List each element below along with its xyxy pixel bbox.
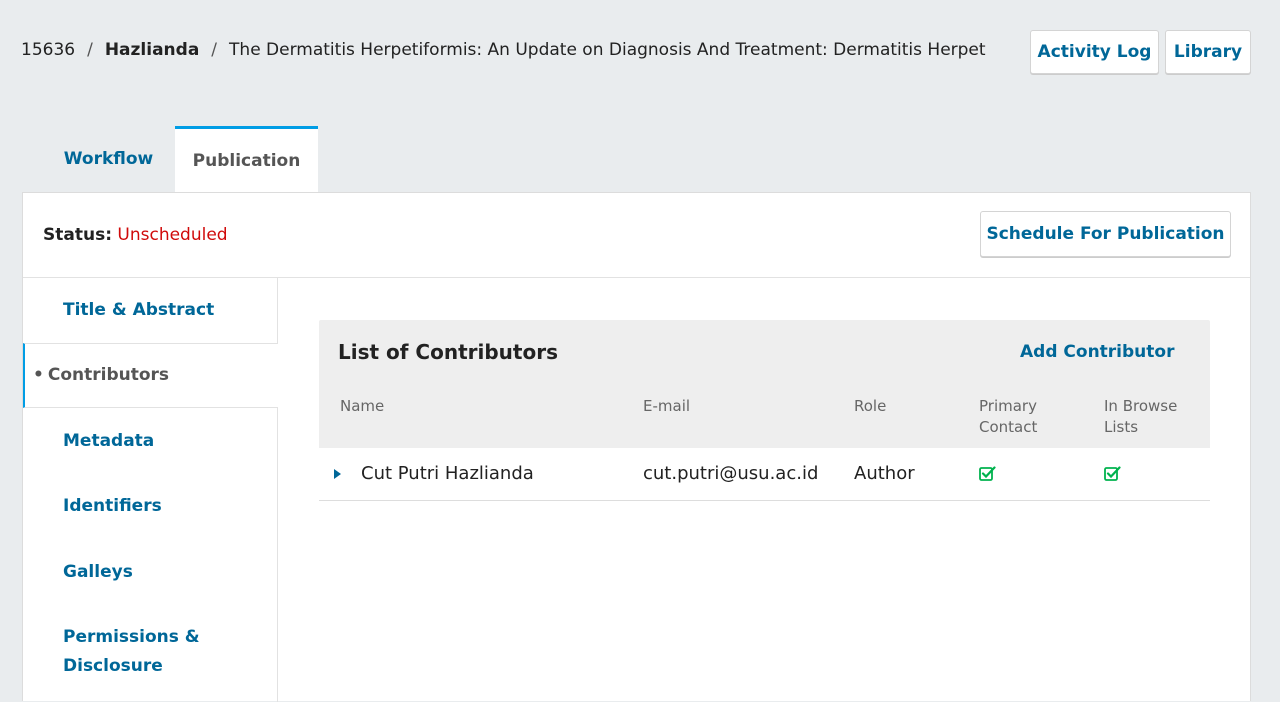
nav-item-permissions-disclosure[interactable]: Permissions & Disclosure (23, 623, 278, 681)
column-header-in-browse-lists: In Browse Lists (1104, 396, 1177, 438)
add-contributor-button[interactable]: Add Contributor (1020, 342, 1174, 362)
nav-item-label-line2: Disclosure (63, 656, 163, 676)
column-header-email: E-mail (643, 397, 691, 415)
active-bullet: • (33, 365, 44, 385)
contributors-list: List of Contributors Add Contributor Nam… (319, 320, 1210, 501)
status-value: Unscheduled (117, 225, 228, 245)
library-button[interactable]: Library (1165, 30, 1251, 74)
nav-item-title-abstract[interactable]: Title & Abstract (23, 296, 278, 325)
in-browse-lists-check-icon (1104, 466, 1121, 481)
column-header-line: In Browse (1104, 397, 1178, 415)
tab-workflow[interactable]: Workflow (42, 126, 175, 192)
nav-item-contributors[interactable]: • Contributors (23, 343, 278, 408)
submission-author: Hazlianda (104, 40, 200, 60)
nav-item-label: Contributors (47, 365, 170, 385)
nav-item-metadata[interactable]: Metadata (23, 427, 278, 456)
schedule-for-publication-button[interactable]: Schedule For Publication (980, 211, 1231, 257)
breadcrumb: 15636 / Hazlianda / The Dermatitis Herpetifo… (21, 38, 1011, 62)
status-bar: Status: Unscheduled Schedule For Publica… (23, 193, 1250, 278)
activity-log-button[interactable]: Activity Log (1030, 30, 1159, 74)
column-header-name: Name (340, 397, 385, 415)
top-bar: 15636 / Hazlianda / The Dermatitis Herpetifo… (0, 0, 1280, 100)
column-header-role: Role (854, 397, 887, 415)
contributor-email: cut.putri@usu.ac.id (643, 463, 819, 484)
nav-item-identifiers[interactable]: Identifiers (23, 492, 278, 521)
submission-title: The Dermatitis Herpetiformis: An Update … (229, 40, 986, 60)
publication-panel: Status: Unscheduled Schedule For Publica… (22, 192, 1251, 702)
column-header-primary-contact: Primary Contact (979, 396, 1037, 438)
primary-contact-check-icon (979, 466, 996, 481)
publication-status: Status: Unscheduled (43, 223, 228, 247)
submission-id: 15636 (21, 40, 76, 60)
nav-item-galleys[interactable]: Galleys (23, 558, 278, 587)
column-header-line: Primary (979, 397, 1037, 415)
breadcrumb-separator: / (211, 40, 218, 60)
nav-item-label: Permissions & (63, 627, 200, 647)
breadcrumb-separator: / (87, 40, 93, 60)
contributors-title: List of Contributors (338, 340, 558, 364)
contributor-name: Cut Putri Hazlianda (361, 463, 534, 484)
tab-publication[interactable]: Publication (175, 126, 318, 192)
publication-side-nav: Title & Abstract • Contributors Metadata … (23, 278, 278, 702)
contributor-role: Author (854, 463, 915, 484)
table-row[interactable]: Cut Putri Hazlianda cut.putri@usu.ac.id … (319, 448, 1210, 501)
column-header-line: Lists (1104, 418, 1139, 436)
column-header-line: Contact (979, 418, 1038, 436)
status-label: Status: (43, 225, 112, 245)
expand-arrow-icon[interactable] (334, 469, 341, 479)
